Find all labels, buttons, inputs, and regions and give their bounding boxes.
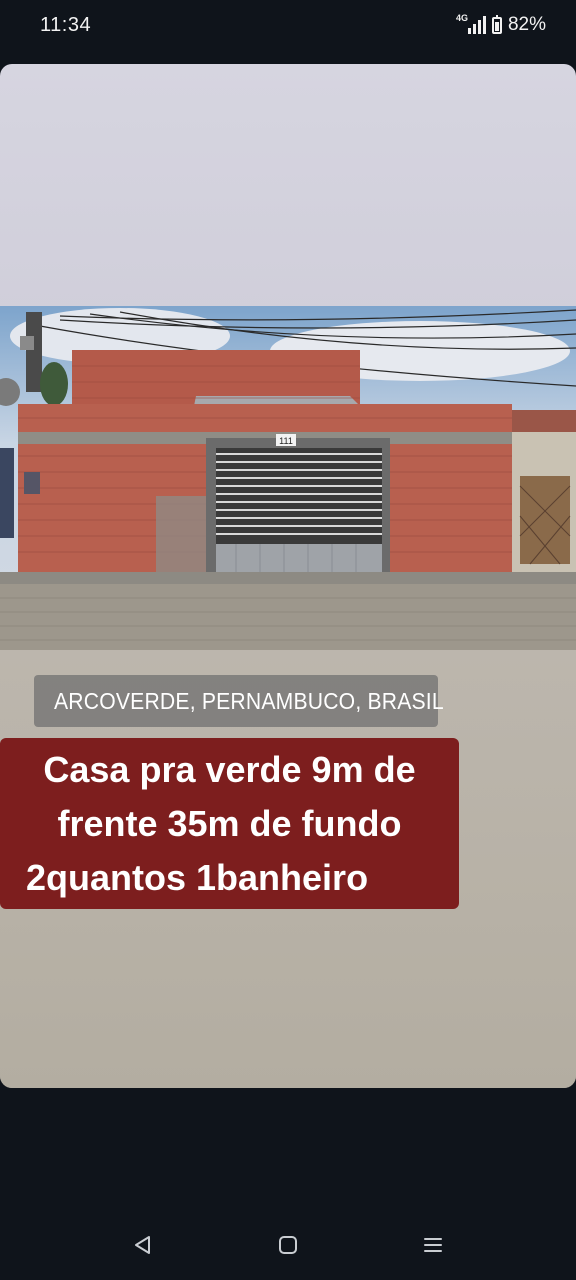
location-text: ARCOVERDE, PERNAMBUCO, BRASIL	[54, 687, 444, 714]
location-sticker[interactable]: ARCOVERDE, PERNAMBUCO, BRASIL	[34, 675, 444, 727]
house-photo-drawing: 111	[0, 308, 576, 650]
battery-level: 82%	[507, 14, 546, 35]
clock: 11:34	[40, 14, 92, 36]
square-home-icon	[279, 1236, 297, 1254]
battery-icon	[491, 14, 502, 34]
house-photo: 111	[0, 306, 576, 650]
navigation-bar	[0, 1210, 576, 1280]
home-button[interactable]	[273, 1230, 303, 1260]
signal-icon: 4G	[455, 13, 486, 34]
house-number: 111	[279, 436, 293, 446]
caption-text-box: Casa pra verde 9m de frente 35m de fundo…	[0, 738, 459, 909]
caption-line-2: frente 35m de fundo	[57, 803, 402, 844]
status-bar: 11:34 4G 82%	[0, 0, 576, 56]
caption-line-3: 2quantos 1banheiro	[26, 857, 369, 898]
caption-line-1: Casa pra verde 9m de	[43, 749, 416, 790]
status-icons: 4G 82%	[455, 13, 546, 36]
story-card[interactable]: 111 ARCOVERDE, PERNAMBUCO, BRASIL Casa p…	[0, 64, 576, 1088]
back-button[interactable]	[128, 1230, 158, 1260]
triangle-back-icon	[135, 1236, 150, 1254]
network-type: 4G	[455, 13, 468, 23]
menu-lines-icon	[424, 1238, 442, 1252]
recents-button[interactable]	[418, 1230, 448, 1260]
